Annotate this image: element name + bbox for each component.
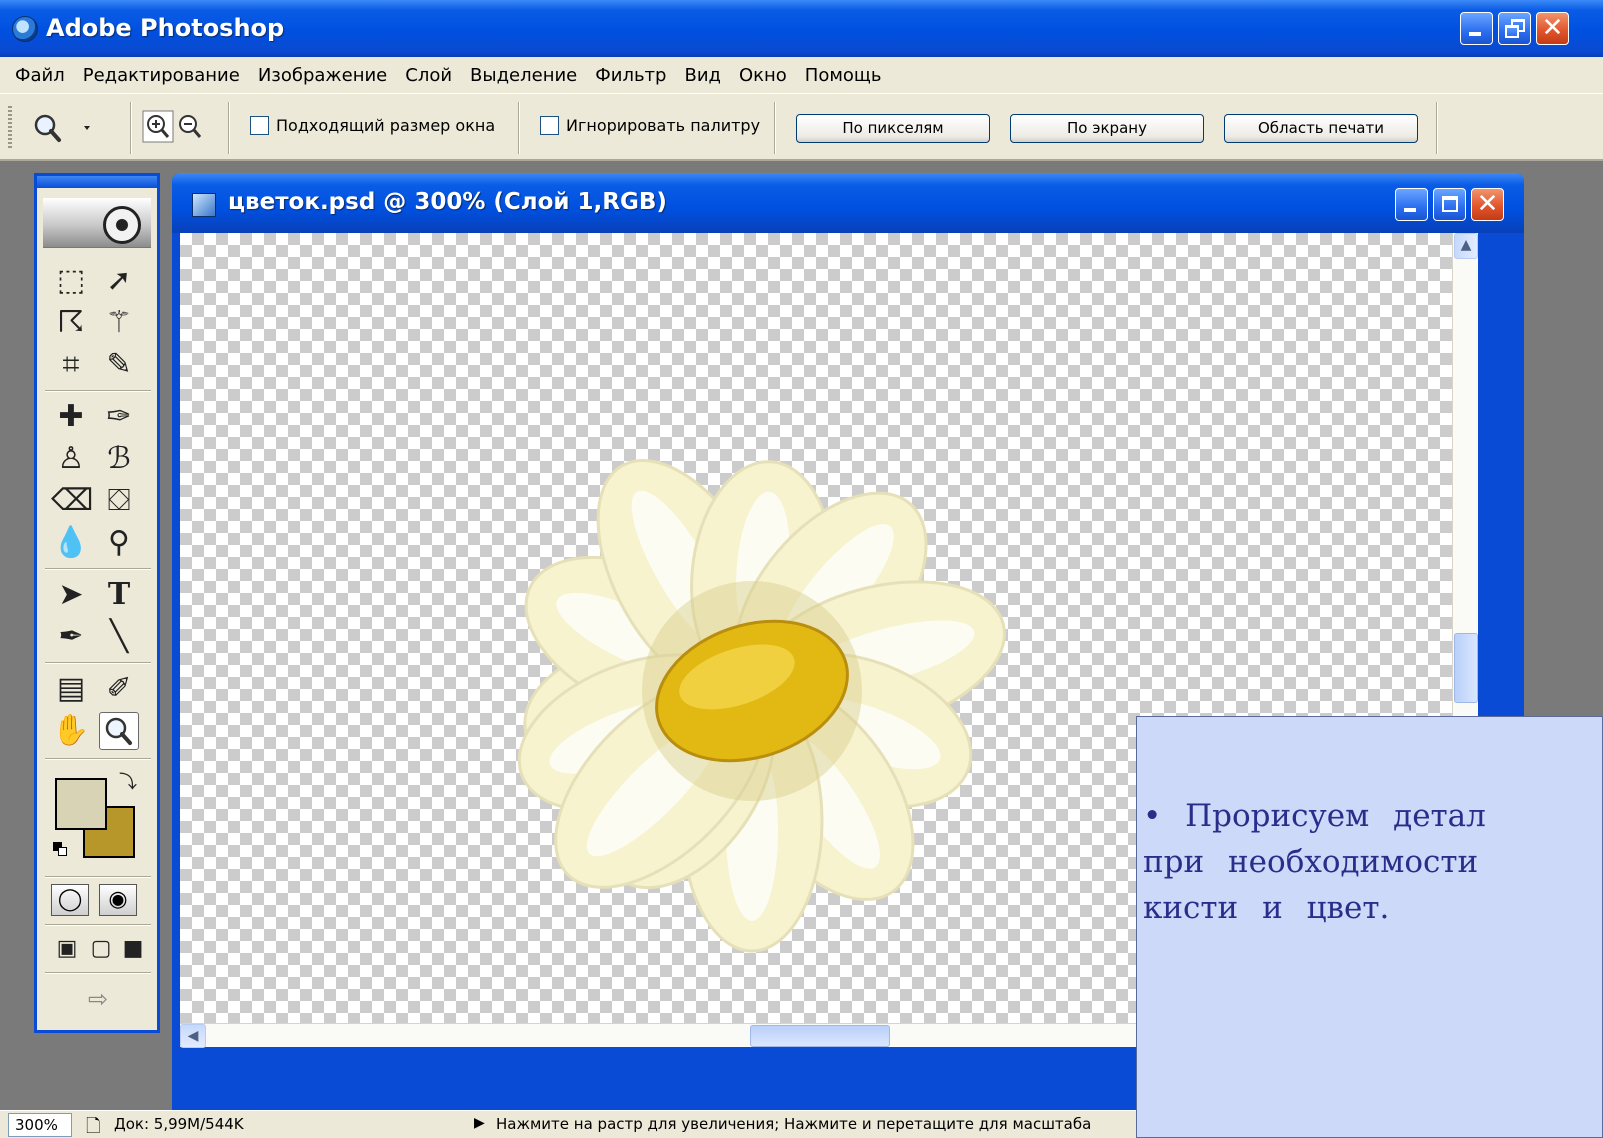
eraser-icon[interactable]: ⌫ xyxy=(51,482,93,520)
maximize-icon xyxy=(1442,196,1458,212)
path-selection-icon[interactable]: ➤ xyxy=(51,576,91,614)
line-icon[interactable]: ╲ xyxy=(99,618,139,656)
close-icon: ✕ xyxy=(1476,189,1499,219)
zoom-mode-group xyxy=(142,110,214,149)
eye-logo-icon xyxy=(103,206,141,244)
menu-filter[interactable]: Фильтр xyxy=(586,65,675,86)
slide-caption-box: • Прорисуем детал при необходимости кист… xyxy=(1136,716,1603,1138)
menu-edit[interactable]: Редактирование xyxy=(74,65,249,86)
slice-icon[interactable]: ✎ xyxy=(99,346,139,384)
quick-mask-icon[interactable]: ◉ xyxy=(99,884,137,916)
toolbox: ⬚ ➚ ☈ ⚚ ⌗ ✎ ✚ ✑ ♙ ℬ ⌫ ⛋ 💧 ⚲ ➤ T ✒ ╲ ▤ ✐ … xyxy=(34,173,160,1033)
options-bar: Подходящий размер окна Игнорировать пали… xyxy=(0,93,1603,161)
document-size: Док: 5,99M/544K xyxy=(114,1115,244,1133)
swap-colors-icon[interactable]: ⤵ xyxy=(119,768,137,794)
minimize-icon xyxy=(1469,32,1481,36)
vertical-scroll-thumb[interactable] xyxy=(1454,633,1478,703)
blur-icon[interactable]: 💧 xyxy=(51,524,91,562)
fit-screen-button[interactable]: По экрану xyxy=(1010,114,1204,143)
fit-window-checkbox[interactable]: Подходящий размер окна xyxy=(250,116,495,135)
jump-to-imageready-icon[interactable]: ⇨ xyxy=(63,980,133,1018)
app-close-button[interactable]: ✕ xyxy=(1536,12,1569,45)
app-minimize-button[interactable] xyxy=(1460,12,1493,45)
document-titlebar[interactable]: цветок.psd @ 300% (Слой 1,RGB) ✕ xyxy=(172,173,1524,233)
menu-select[interactable]: Выделение xyxy=(461,65,586,86)
notes-icon[interactable]: ▤ xyxy=(51,670,91,708)
brush-icon[interactable]: ✑ xyxy=(99,398,139,436)
foreground-color-swatch[interactable] xyxy=(55,778,107,830)
document-window-controls: ✕ xyxy=(1395,188,1504,221)
doc-minimize-button[interactable] xyxy=(1395,188,1428,221)
doc-maximize-button[interactable] xyxy=(1433,188,1466,221)
pen-icon[interactable]: ✒ xyxy=(51,618,91,656)
standard-mode-icon[interactable]: ◯ xyxy=(51,884,89,916)
print-size-button[interactable]: Область печати xyxy=(1224,114,1418,143)
fit-window-label: Подходящий размер окна xyxy=(276,116,496,135)
options-bar-grip[interactable] xyxy=(8,106,12,150)
type-icon[interactable]: T xyxy=(99,576,139,614)
menu-bar: Файл Редактирование Изображение Слой Выд… xyxy=(0,57,1603,93)
menu-file[interactable]: Файл xyxy=(6,65,74,86)
app-titlebar: Adobe Photoshop ✕ xyxy=(0,0,1603,57)
marquee-icon[interactable]: ⬚ xyxy=(51,262,91,300)
ignore-palette-checkbox[interactable]: Игнорировать палитру xyxy=(540,116,760,135)
lasso-icon[interactable]: ☈ xyxy=(51,304,91,342)
status-hint: Нажмите на растр для увеличения; Нажмите… xyxy=(496,1115,1092,1133)
default-colors-icon[interactable] xyxy=(53,842,67,856)
healing-brush-icon[interactable]: ✚ xyxy=(51,398,91,436)
zoom-icon xyxy=(105,717,132,745)
menu-help[interactable]: Помощь xyxy=(796,65,891,86)
app-window-controls: ✕ xyxy=(1460,12,1569,45)
move-icon[interactable]: ➚ xyxy=(99,262,139,300)
eyedropper-icon[interactable]: ✐ xyxy=(99,670,139,708)
zoom-icon xyxy=(34,114,90,142)
paint-bucket-icon[interactable]: ⛋ xyxy=(99,482,139,520)
document-info-icon[interactable]: 🗋 xyxy=(86,1114,100,1138)
app-restore-button[interactable] xyxy=(1498,12,1531,45)
zoom-tool[interactable] xyxy=(99,712,139,750)
magic-wand-icon[interactable]: ⚚ xyxy=(99,304,139,342)
document-title: цветок.psd @ 300% (Слой 1,RGB) xyxy=(228,189,667,215)
checkbox-box[interactable] xyxy=(250,116,269,135)
tool-preset-picker[interactable] xyxy=(30,112,100,149)
checkbox-box[interactable] xyxy=(540,116,559,135)
caption-line-1: • Прорисуем детал xyxy=(1143,798,1486,834)
close-icon: ✕ xyxy=(1541,13,1564,43)
menu-layer[interactable]: Слой xyxy=(396,65,461,86)
hand-icon[interactable]: ✋ xyxy=(51,712,91,750)
zoom-level-field[interactable]: 300% xyxy=(8,1113,72,1137)
document-icon[interactable] xyxy=(192,193,216,217)
status-menu-arrow-icon[interactable]: ▶ xyxy=(474,1115,485,1131)
menu-window[interactable]: Окно xyxy=(730,65,796,86)
toolbox-titlebar[interactable] xyxy=(37,176,157,188)
dodge-icon[interactable]: ⚲ xyxy=(99,524,139,562)
scroll-up-icon[interactable]: ▲ xyxy=(1454,233,1478,259)
menu-view[interactable]: Вид xyxy=(675,65,730,86)
slide-caption: • Прорисуем детал при необходимости кист… xyxy=(1143,793,1602,931)
history-brush-icon[interactable]: ℬ xyxy=(99,440,139,478)
zoom-out-icon xyxy=(179,115,202,138)
doc-close-button[interactable]: ✕ xyxy=(1471,188,1504,221)
clone-stamp-icon[interactable]: ♙ xyxy=(51,440,91,478)
menu-image[interactable]: Изображение xyxy=(249,65,396,86)
photoshop-logo[interactable] xyxy=(43,198,151,248)
horizontal-scroll-thumb[interactable] xyxy=(750,1025,890,1047)
scroll-left-icon[interactable]: ◀ xyxy=(180,1024,206,1048)
photoshop-app-icon[interactable] xyxy=(12,16,38,42)
minimize-icon xyxy=(1404,208,1416,212)
ignore-palette-label: Игнорировать палитру xyxy=(566,116,761,135)
app-title: Adobe Photoshop xyxy=(46,14,285,42)
caption-line-2: при необходимости xyxy=(1143,844,1479,880)
caption-line-3: кисти и цвет. xyxy=(1143,890,1390,926)
actual-pixels-button[interactable]: По пикселям xyxy=(796,114,990,143)
crop-icon[interactable]: ⌗ xyxy=(51,346,91,384)
screen-mode-full-icon[interactable]: ■ xyxy=(113,930,153,968)
